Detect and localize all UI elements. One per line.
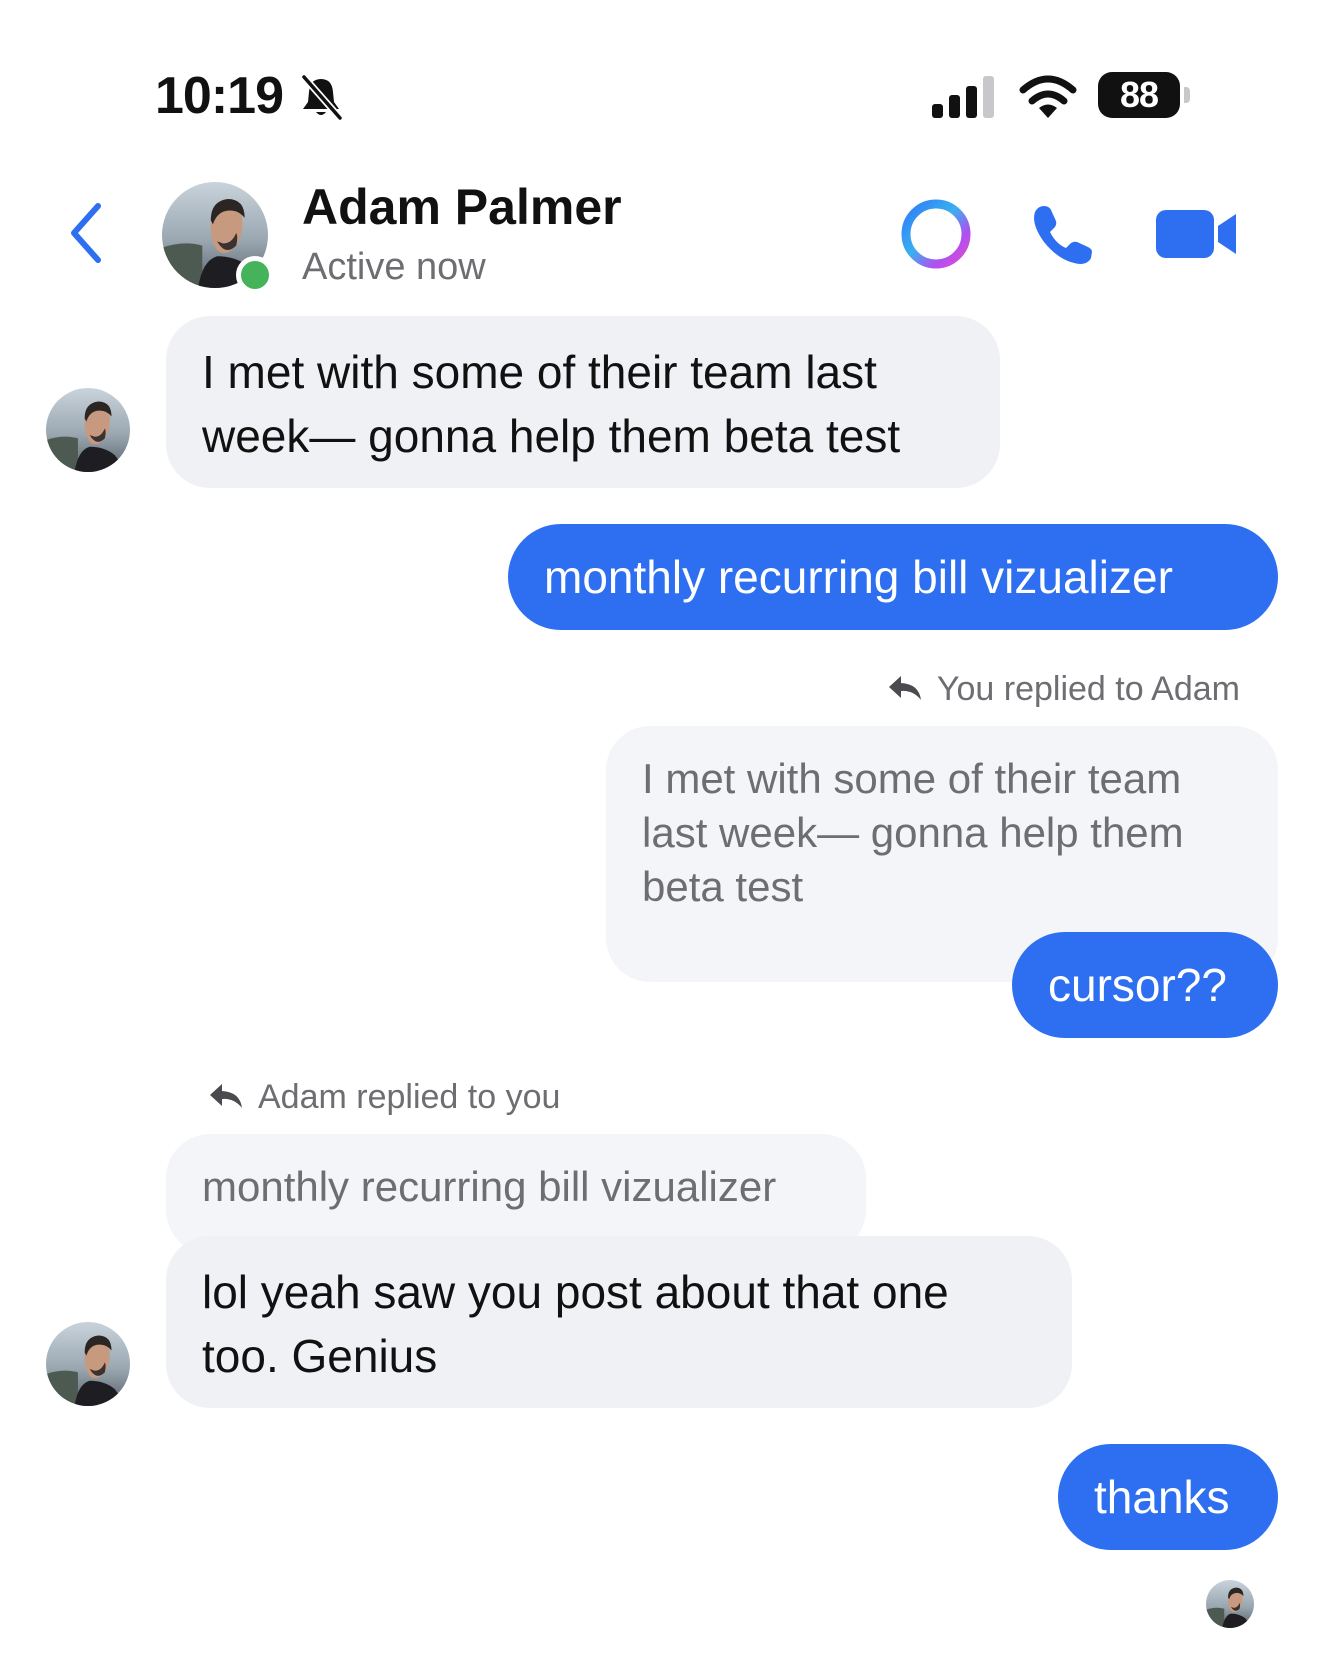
message-line: week— gonna help them beta test xyxy=(202,410,901,462)
outgoing-message-bubble[interactable]: thanks xyxy=(1058,1444,1278,1550)
message-line: I met with some of their team last xyxy=(202,346,877,398)
outgoing-message-bubble[interactable]: monthly recurring bill vizualizer xyxy=(508,524,1278,630)
meta-ai-ring-icon[interactable] xyxy=(898,196,974,272)
message-text: thanks xyxy=(1094,1471,1230,1523)
incoming-message-bubble[interactable]: I met with some of their team last week—… xyxy=(166,316,1000,488)
contact-status: Active now xyxy=(302,246,486,288)
status-time: 10:19 xyxy=(155,67,284,125)
status-bar: 10:19 88 xyxy=(0,0,1320,140)
reply-label-text: You replied to Adam xyxy=(936,670,1240,708)
reply-label: Adam replied to you xyxy=(208,1078,560,1117)
battery-level: 88 xyxy=(1098,72,1180,118)
reply-label-text: Adam replied to you xyxy=(258,1078,561,1116)
sender-avatar[interactable] xyxy=(46,388,130,472)
message-text: monthly recurring bill vizualizer xyxy=(544,551,1173,603)
quoted-line: monthly recurring bill vizualizer xyxy=(202,1163,777,1210)
online-indicator xyxy=(236,256,274,294)
contact-name[interactable]: Adam Palmer xyxy=(302,178,622,236)
reply-label: You replied to Adam xyxy=(887,670,1240,709)
message-line: too. Genius xyxy=(202,1330,438,1382)
quoted-line: I met with some of their team xyxy=(642,755,1182,802)
back-chevron-icon[interactable] xyxy=(64,200,108,266)
chat-header: Adam Palmer Active now xyxy=(0,170,1320,300)
outgoing-message-bubble[interactable]: cursor?? xyxy=(1012,932,1278,1038)
quoted-line: last week— gonna help them xyxy=(642,809,1184,856)
wifi-icon xyxy=(1019,75,1077,118)
phone-icon[interactable] xyxy=(1030,202,1096,268)
battery-tip xyxy=(1184,87,1190,103)
message-line: lol yeah saw you post about that one xyxy=(202,1266,949,1318)
incoming-message-bubble[interactable]: lol yeah saw you post about that one too… xyxy=(166,1236,1072,1408)
video-camera-icon[interactable] xyxy=(1156,204,1238,264)
reply-arrow-icon xyxy=(887,674,923,702)
battery-icon: 88 xyxy=(1098,72,1190,120)
message-text: cursor?? xyxy=(1048,959,1227,1011)
sender-avatar[interactable] xyxy=(46,1322,130,1406)
reply-arrow-icon xyxy=(208,1082,244,1110)
bell-slash-icon xyxy=(301,74,343,120)
quoted-line: beta test xyxy=(642,863,804,910)
read-receipt-avatar xyxy=(1206,1580,1254,1628)
cellular-signal-icon xyxy=(932,76,994,118)
